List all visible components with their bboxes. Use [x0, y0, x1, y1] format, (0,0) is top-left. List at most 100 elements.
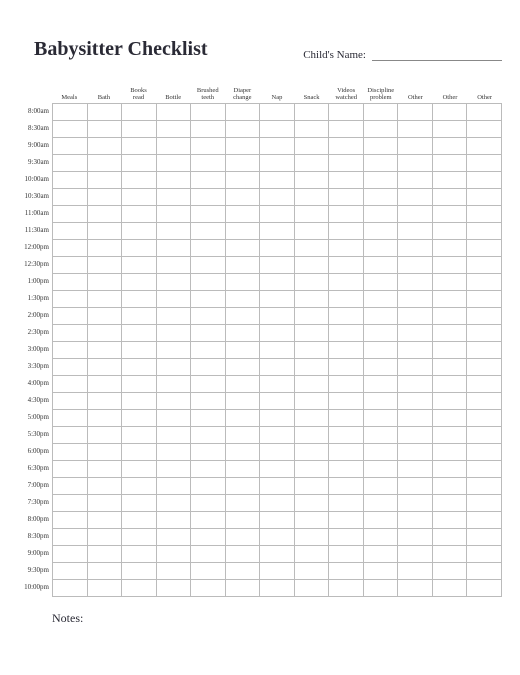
grid-cell[interactable] [88, 376, 123, 393]
grid-cell[interactable] [226, 172, 261, 189]
grid-cell[interactable] [157, 495, 192, 512]
grid-cell[interactable] [433, 393, 468, 410]
grid-cell[interactable] [295, 444, 330, 461]
grid-cell[interactable] [364, 580, 399, 597]
grid-cell[interactable] [226, 563, 261, 580]
grid-cell[interactable] [433, 546, 468, 563]
grid-cell[interactable] [122, 325, 157, 342]
grid-cell[interactable] [467, 393, 502, 410]
grid-cell[interactable] [295, 359, 330, 376]
grid-cell[interactable] [364, 172, 399, 189]
grid-cell[interactable] [295, 206, 330, 223]
grid-cell[interactable] [191, 342, 226, 359]
grid-cell[interactable] [329, 104, 364, 121]
grid-cell[interactable] [398, 104, 433, 121]
grid-cell[interactable] [157, 512, 192, 529]
grid-cell[interactable] [53, 478, 88, 495]
grid-cell[interactable] [53, 172, 88, 189]
grid-cell[interactable] [398, 427, 433, 444]
grid-cell[interactable] [260, 206, 295, 223]
grid-cell[interactable] [53, 257, 88, 274]
grid-cell[interactable] [398, 495, 433, 512]
grid-cell[interactable] [191, 172, 226, 189]
grid-cell[interactable] [329, 410, 364, 427]
grid-cell[interactable] [122, 410, 157, 427]
grid-cell[interactable] [295, 427, 330, 444]
grid-cell[interactable] [398, 155, 433, 172]
grid-cell[interactable] [53, 546, 88, 563]
grid-cell[interactable] [226, 308, 261, 325]
grid-cell[interactable] [157, 274, 192, 291]
grid-cell[interactable] [398, 291, 433, 308]
grid-cell[interactable] [53, 206, 88, 223]
grid-cell[interactable] [364, 393, 399, 410]
grid-cell[interactable] [467, 274, 502, 291]
grid-cell[interactable] [157, 427, 192, 444]
grid-cell[interactable] [157, 410, 192, 427]
grid-cell[interactable] [260, 325, 295, 342]
grid-cell[interactable] [433, 359, 468, 376]
grid-cell[interactable] [295, 376, 330, 393]
grid-cell[interactable] [329, 444, 364, 461]
grid-cell[interactable] [433, 529, 468, 546]
grid-cell[interactable] [295, 189, 330, 206]
grid-cell[interactable] [433, 206, 468, 223]
grid-cell[interactable] [226, 257, 261, 274]
grid-cell[interactable] [433, 461, 468, 478]
grid-cell[interactable] [157, 257, 192, 274]
grid-cell[interactable] [157, 104, 192, 121]
grid-cell[interactable] [295, 257, 330, 274]
grid-cell[interactable] [157, 206, 192, 223]
grid-cell[interactable] [295, 563, 330, 580]
grid-cell[interactable] [364, 359, 399, 376]
grid-cell[interactable] [364, 325, 399, 342]
grid-cell[interactable] [122, 546, 157, 563]
grid-cell[interactable] [122, 206, 157, 223]
grid-cell[interactable] [226, 495, 261, 512]
grid-cell[interactable] [226, 121, 261, 138]
grid-cell[interactable] [157, 325, 192, 342]
grid-cell[interactable] [398, 325, 433, 342]
grid-cell[interactable] [467, 376, 502, 393]
grid-cell[interactable] [122, 580, 157, 597]
grid-cell[interactable] [226, 529, 261, 546]
grid-cell[interactable] [88, 257, 123, 274]
grid-cell[interactable] [329, 274, 364, 291]
grid-cell[interactable] [398, 512, 433, 529]
grid-cell[interactable] [122, 359, 157, 376]
grid-cell[interactable] [329, 342, 364, 359]
grid-cell[interactable] [122, 563, 157, 580]
grid-cell[interactable] [122, 155, 157, 172]
grid-cell[interactable] [398, 444, 433, 461]
grid-cell[interactable] [329, 563, 364, 580]
grid-cell[interactable] [53, 393, 88, 410]
grid-cell[interactable] [226, 512, 261, 529]
grid-cell[interactable] [295, 274, 330, 291]
grid-cell[interactable] [53, 529, 88, 546]
grid-cell[interactable] [364, 376, 399, 393]
grid-cell[interactable] [364, 308, 399, 325]
grid-cell[interactable] [88, 495, 123, 512]
grid-cell[interactable] [398, 410, 433, 427]
grid-cell[interactable] [295, 155, 330, 172]
grid-cell[interactable] [433, 291, 468, 308]
grid-cell[interactable] [329, 138, 364, 155]
grid-cell[interactable] [467, 308, 502, 325]
grid-cell[interactable] [260, 223, 295, 240]
grid-cell[interactable] [191, 376, 226, 393]
grid-cell[interactable] [295, 308, 330, 325]
grid-cell[interactable] [122, 461, 157, 478]
grid-cell[interactable] [329, 376, 364, 393]
grid-cell[interactable] [329, 223, 364, 240]
grid-cell[interactable] [260, 529, 295, 546]
grid-cell[interactable] [260, 359, 295, 376]
grid-cell[interactable] [467, 138, 502, 155]
grid-cell[interactable] [329, 308, 364, 325]
grid-cell[interactable] [398, 189, 433, 206]
grid-cell[interactable] [467, 155, 502, 172]
grid-cell[interactable] [364, 529, 399, 546]
grid-cell[interactable] [260, 155, 295, 172]
grid-cell[interactable] [191, 495, 226, 512]
grid-cell[interactable] [53, 189, 88, 206]
grid-cell[interactable] [88, 308, 123, 325]
